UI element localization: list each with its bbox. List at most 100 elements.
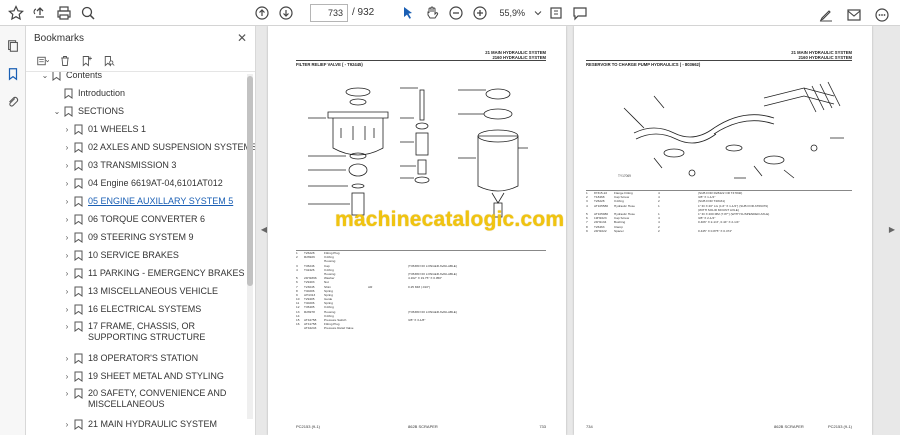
bookmarks-panel-title: Bookmarks — [34, 32, 85, 44]
new-bookmark-icon[interactable] — [78, 52, 96, 70]
bookmark-item[interactable]: ⌄ SECTIONS — [52, 102, 124, 120]
prev-page-icon[interactable] — [250, 2, 274, 24]
zoom-level[interactable]: 55,9% — [492, 4, 532, 22]
scrollbar-thumb[interactable] — [247, 76, 253, 286]
options-menu-icon[interactable] — [34, 52, 52, 70]
page-layout-icon[interactable] — [544, 2, 568, 24]
bookmark-item[interactable]: › 18 OPERATOR'S STATION — [62, 349, 198, 367]
main-toolbar: 733 / 932 55,9% — [0, 0, 900, 26]
bookmark-item[interactable]: Introduction — [52, 84, 125, 102]
next-page-icon[interactable] — [274, 2, 298, 24]
bookmark-icon — [52, 72, 61, 81]
print-icon[interactable] — [52, 2, 76, 24]
navigation-rail — [0, 26, 26, 435]
search-icon[interactable] — [76, 2, 100, 24]
bookmark-item[interactable]: › 09 STEERING SYSTEM 9 — [62, 228, 194, 246]
expand-chevron-icon[interactable]: › — [62, 214, 72, 224]
expand-chevron-icon[interactable]: › — [62, 160, 72, 170]
page-thumbnails-icon[interactable] — [0, 32, 26, 60]
bookmark-item[interactable]: › 02 AXLES AND SUSPENSION SYSTEMS 2 — [62, 138, 255, 156]
table-cell: AT42243 — [304, 326, 317, 331]
expand-chevron-icon[interactable]: › — [62, 353, 72, 363]
table-cell: Spacer — [614, 228, 624, 233]
attachments-icon[interactable] — [0, 88, 26, 116]
right-parts-table: 1 87315-22 Flange Fitting 4 (SUB FOR R28422 … — [586, 190, 852, 233]
collapse-chevron-icon[interactable]: ⌄ — [52, 106, 62, 116]
hand-tool-icon[interactable] — [420, 2, 444, 24]
expand-chevron-icon[interactable]: › — [62, 250, 72, 260]
expand-chevron-icon[interactable]: › — [62, 388, 72, 398]
expand-chevron-icon[interactable]: › — [62, 124, 72, 134]
zoom-in-icon[interactable] — [468, 2, 492, 24]
table-row: AT42243 Pressure Relief Valve — [296, 326, 546, 330]
expand-chevron-icon[interactable]: › — [62, 371, 72, 381]
zoom-dropdown-icon[interactable] — [532, 2, 544, 24]
bookmark-item[interactable]: › 06 TORQUE CONVERTER 6 — [62, 210, 205, 228]
bookmark-icon — [74, 388, 83, 399]
select-cursor-icon[interactable] — [396, 2, 420, 24]
table-cell — [296, 326, 304, 330]
expand-chevron-icon[interactable]: › — [62, 196, 72, 206]
table-cell: 9 — [586, 228, 588, 233]
page-total: / 932 — [352, 7, 375, 18]
header-rule — [296, 60, 546, 61]
bookmark-item-selected[interactable]: › 05 ENGINE AUXILLARY SYSTEM 5 — [62, 192, 233, 210]
expand-chevron-icon[interactable]: › — [62, 142, 72, 152]
upload-icon[interactable] — [28, 2, 52, 24]
bookmark-item[interactable]: ⌄ Contents — [40, 72, 102, 84]
expand-chevron-icon[interactable]: › — [62, 268, 72, 278]
bookmark-icon — [74, 371, 83, 382]
expand-chevron-icon[interactable]: › — [62, 178, 72, 188]
page-footer-right: PC2153 (9-1) — [827, 424, 852, 429]
bookmark-item[interactable]: › 16 ELECTRICAL SYSTEMS — [62, 300, 201, 318]
bookmark-icon — [74, 196, 83, 207]
exploded-parts-diagram — [308, 87, 528, 218]
collapse-right-icon[interactable]: ▶ — [887, 222, 897, 236]
sign-icon[interactable] — [814, 4, 838, 26]
table-cell: 0.445" X 0.875" X 0.474" — [698, 228, 733, 233]
bookmark-item[interactable]: › 10 SERVICE BRAKES — [62, 246, 179, 264]
bookmark-item[interactable]: › 03 TRANSMISSION 3 — [62, 156, 176, 174]
bookmark-item[interactable]: › 11 PARKING - EMERGENCY BRAKES — [62, 264, 245, 282]
comment-icon[interactable] — [568, 2, 592, 24]
bookmark-item[interactable]: › 04 Engine 6619AT-04,6101AT012 — [62, 174, 223, 192]
table-cell: 24H1022 — [594, 228, 607, 233]
bookmarks-panel-icon[interactable] — [0, 60, 26, 88]
bookmarks-tree: ⌄ Contents Introduction ⌄ SECTIONS › 01 … — [26, 72, 255, 435]
page-number-input[interactable]: 733 — [310, 3, 348, 22]
table-cell: 2 — [658, 228, 660, 233]
expand-chevron-icon[interactable]: › — [62, 419, 72, 429]
table-cell — [368, 326, 408, 330]
bookmark-star-icon[interactable] — [4, 2, 28, 24]
delete-bookmark-icon[interactable] — [56, 52, 74, 70]
page-number: 734 — [586, 424, 593, 429]
expand-chevron-icon[interactable]: › — [62, 321, 72, 331]
bookmark-item[interactable]: › 20 SAFETY, CONVENIENCE AND MISCELLANEO… — [62, 385, 238, 413]
table-cell — [408, 326, 488, 330]
collapse-chevron-icon[interactable]: ⌄ — [40, 72, 50, 80]
more-options-icon[interactable] — [870, 4, 894, 26]
bookmark-item[interactable]: › 19 SHEET METAL AND STYLING — [62, 367, 224, 385]
close-panel-icon[interactable]: ✕ — [237, 31, 247, 45]
bookmarks-scrollbar[interactable] — [247, 74, 253, 419]
bookmarks-panel-header: Bookmarks ✕ — [26, 26, 255, 50]
header-rule — [586, 60, 852, 61]
bookmark-item[interactable]: › 21 MAIN HYDRAULIC SYSTEM — [62, 415, 217, 433]
expand-chevron-icon[interactable]: › — [62, 232, 72, 242]
find-bookmark-icon[interactable] — [100, 52, 118, 70]
page-footer-mid: 862B SCRAPER — [774, 424, 804, 429]
watermark-text: machinecatalogic.com — [335, 208, 565, 231]
zoom-out-icon[interactable] — [444, 2, 468, 24]
bookmark-icon — [74, 232, 83, 243]
table-row: 9 24H1022 Spacer 2 0.445" X 0.875" X 0.474" — [586, 229, 852, 233]
share-icon[interactable] — [842, 4, 866, 26]
bookmark-item[interactable]: › 17 FRAME, CHASSIS, OR SUPPORTING STRUC… — [62, 318, 238, 346]
page-footer-left: PC2153 (9-1) — [296, 424, 321, 429]
expand-chevron-icon[interactable]: › — [62, 286, 72, 296]
bookmark-icon — [74, 268, 83, 279]
bookmark-item[interactable]: › 01 WHEELS 1 — [62, 120, 146, 138]
bookmark-item[interactable]: › 13 MISCELLANEOUS VEHICLE — [62, 282, 218, 300]
expand-chevron-icon[interactable]: › — [62, 304, 72, 314]
figure-label: TY17069 — [618, 174, 631, 178]
bookmark-icon — [74, 419, 83, 430]
